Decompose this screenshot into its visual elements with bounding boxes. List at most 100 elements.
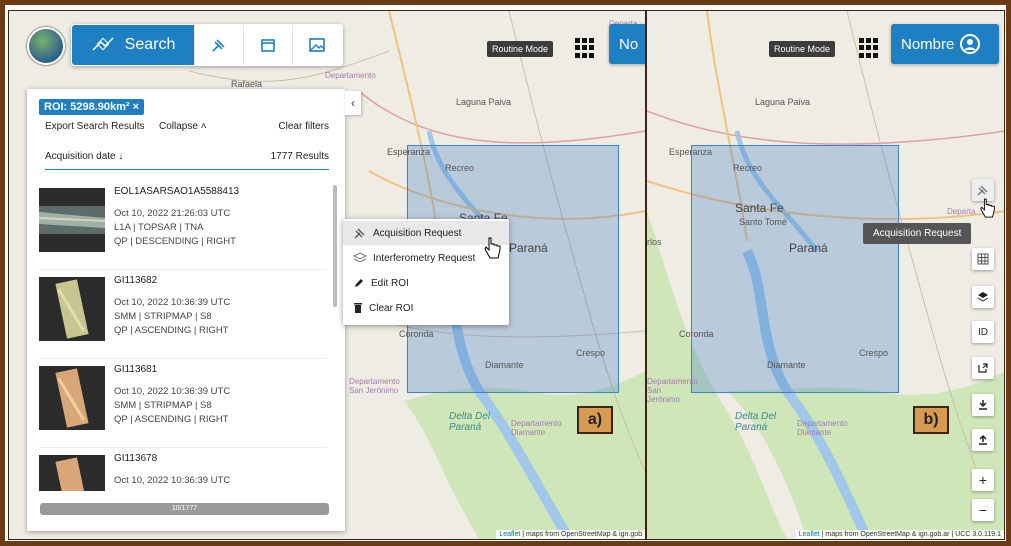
- user-button-partial[interactable]: No: [609, 24, 645, 64]
- user-menu-button[interactable]: Nombre: [891, 24, 999, 64]
- satellite-search-icon: [92, 37, 114, 51]
- globe-logo-icon[interactable]: [27, 27, 65, 65]
- map-label-diamante: Diamante: [485, 360, 524, 370]
- menu-item-label: Edit ROI: [371, 277, 409, 289]
- routine-mode-badge[interactable]: Routine Mode: [769, 41, 836, 57]
- attribution-text: | maps from OpenStreetMap & ign.gob: [520, 531, 642, 538]
- result-thumbnail: [39, 455, 105, 491]
- export-side-button[interactable]: [972, 357, 994, 379]
- list-item[interactable]: EOL1ASARSAO1A5588413 Oct 10, 2022 21:26:…: [39, 181, 327, 270]
- result-product: SMM | STRIPMAP | S8: [114, 400, 212, 411]
- collapse-link[interactable]: Collapse ˄: [159, 121, 207, 132]
- results-list: EOL1ASARSAO1A5588413 Oct 10, 2022 21:26:…: [39, 181, 327, 491]
- menu-item-label: Interferometry Request: [373, 252, 476, 264]
- minus-icon: −: [978, 502, 988, 518]
- map-label-laguna-paiva: Laguna Paiva: [456, 97, 512, 107]
- calendar-tool-button[interactable]: [243, 25, 292, 65]
- map-attribution: Leaflet | maps from OpenStreetMap & ign.…: [795, 530, 1004, 539]
- acquisition-request-tooltip: Acquisition Request: [863, 223, 972, 244]
- search-button[interactable]: Search: [72, 25, 194, 65]
- map-label-parana: Paraná: [509, 241, 548, 255]
- map-label-parana: Paraná: [789, 241, 828, 255]
- map-label-recreo: Recreo: [733, 163, 763, 173]
- result-title: GI113678: [114, 453, 158, 464]
- menu-item-clear-roi[interactable]: Clear ROI: [343, 296, 509, 320]
- panel-tag-a: a): [577, 406, 613, 434]
- search-button-label: Search: [124, 36, 176, 53]
- calendar-icon: [261, 39, 275, 52]
- menu-item-label: Clear ROI: [369, 302, 414, 314]
- search-results-panel: ROI: 5298.90km² × Export Search Results …: [27, 89, 345, 531]
- map-label-dept-diamante: Departamento Diamante: [797, 419, 848, 437]
- map-label-dept-diamante: Departamento Diamante: [511, 419, 562, 437]
- menu-item-edit-roi[interactable]: Edit ROI: [343, 271, 509, 295]
- map-label-delta: Delta Del Paraná: [449, 411, 491, 433]
- pencil-icon: [355, 279, 363, 287]
- zoom-out-button[interactable]: −: [972, 499, 994, 521]
- upload-side-button[interactable]: [972, 429, 994, 451]
- map-label-crespo: Crespo: [576, 348, 606, 358]
- satellite-icon: [212, 39, 225, 52]
- roi-context-menu: Acquisition Request Interferometry Reque…: [343, 219, 509, 325]
- results-scrollbar[interactable]: [333, 185, 337, 307]
- map-label-santa-fe: Santa Fe: [735, 201, 784, 215]
- image-tool-button[interactable]: [292, 25, 341, 65]
- result-date: Oct 10, 2022 10:36:39 UTC: [114, 386, 231, 397]
- map-label-diamante: Diamante: [767, 360, 806, 370]
- user-button-label: No: [619, 35, 639, 53]
- results-progress-bar: 10/1777: [40, 503, 329, 515]
- map-label-delta: Delta Del Paraná: [735, 411, 777, 433]
- list-item[interactable]: GI113678 Oct 10, 2022 10:36:39 UTC: [39, 448, 327, 491]
- acquisition-tool-button[interactable]: [194, 25, 243, 65]
- id-side-button[interactable]: ID: [972, 321, 994, 343]
- layers-icon: [977, 292, 989, 302]
- panel-tag-b: b): [913, 406, 949, 434]
- result-date: Oct 10, 2022 10:36:39 UTC: [114, 475, 231, 486]
- collapse-panel-tab[interactable]: ‹: [345, 91, 361, 115]
- apps-grid-icon[interactable]: [575, 38, 595, 58]
- download-icon: [979, 400, 987, 410]
- user-button-label: Nombre: [901, 35, 955, 53]
- result-product: SMM | STRIPMAP | S8: [114, 311, 212, 322]
- map-label-coronda: Coronda: [679, 329, 714, 339]
- map-pane-b[interactable]: Laguna Paiva Esperanza Recreo Santa Fe S…: [645, 11, 1004, 539]
- result-title: GI113682: [114, 275, 158, 286]
- apps-grid-icon[interactable]: [859, 38, 879, 58]
- result-orbit: QP | ASCENDING | RIGHT: [114, 325, 229, 336]
- clear-filters-link[interactable]: Clear filters: [278, 121, 329, 132]
- user-avatar-icon: [960, 34, 981, 54]
- map-label-dept-san-jeronimo: Departamento San Jerónimo: [349, 377, 400, 395]
- list-item[interactable]: GI113681 Oct 10, 2022 10:36:39 UTC SMM |…: [39, 359, 327, 448]
- leaflet-link[interactable]: Leaflet: [799, 531, 820, 538]
- sort-acquisition-date[interactable]: Acquisition date ↓: [45, 151, 123, 162]
- export-results-link[interactable]: Export Search Results: [45, 121, 145, 132]
- map-label-esperanza: Esperanza: [387, 147, 431, 157]
- menu-item-label: Acquisition Request: [373, 227, 462, 239]
- list-item[interactable]: GI113682 Oct 10, 2022 10:36:39 UTC SMM |…: [39, 270, 327, 359]
- id-label: ID: [978, 326, 988, 338]
- grid-side-button[interactable]: [972, 248, 994, 270]
- download-side-button[interactable]: [972, 394, 994, 416]
- map-label-recreo: Recreo: [445, 163, 475, 173]
- roi-chip[interactable]: ROI: 5298.90km² ×: [39, 99, 145, 115]
- sort-row: Acquisition date ↓ 1777 Results: [45, 151, 329, 170]
- results-progress-label: 10/1777: [171, 505, 198, 512]
- result-title: EOL1ASARSAO1A5588413: [114, 186, 240, 197]
- result-thumbnail: [39, 366, 105, 430]
- routine-mode-badge[interactable]: Routine Mode: [487, 41, 554, 57]
- layers-side-button[interactable]: [972, 286, 994, 308]
- attribution-text: | maps from OpenStreetMap & ign.gob.ar |…: [819, 531, 1001, 538]
- map-label-dept-right: Departa: [947, 207, 976, 216]
- map-label-crespo: Crespo: [859, 348, 889, 358]
- export-icon: [978, 363, 988, 373]
- zoom-in-button[interactable]: +: [972, 469, 994, 491]
- result-orbit: QP | ASCENDING | RIGHT: [114, 414, 229, 425]
- map-pane-a[interactable]: Laguna Paiva Esperanza Recreo Santa Fe P…: [9, 11, 645, 539]
- upload-icon: [979, 434, 987, 445]
- search-toolbar: Search: [71, 24, 343, 66]
- satellite-icon: [354, 228, 365, 239]
- results-count: 1777 Results: [270, 151, 329, 162]
- map-label-dept-top: Departamento: [325, 71, 376, 80]
- leaflet-link[interactable]: Leaflet: [499, 531, 520, 538]
- satellite-icon: [977, 185, 988, 196]
